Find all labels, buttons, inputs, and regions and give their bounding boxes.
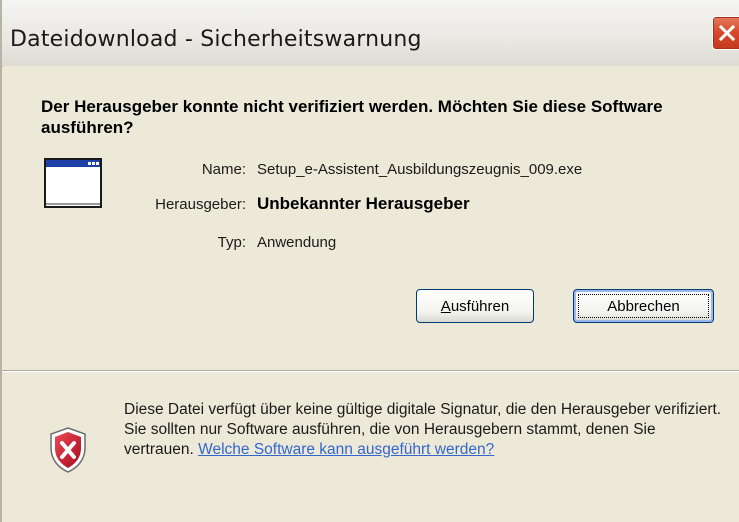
security-footer: Diese Datei verfügt über keine gültige d… bbox=[4, 372, 739, 522]
security-warning-dialog: Dateidownload - Sicherheitswarnung Der H… bbox=[0, 0, 739, 522]
close-icon bbox=[718, 24, 736, 42]
type-label: Typ: bbox=[217, 234, 246, 251]
run-button[interactable]: Ausführen bbox=[416, 289, 534, 323]
security-shield-icon bbox=[50, 427, 86, 473]
cancel-button[interactable]: Abbrechen bbox=[573, 289, 714, 323]
publisher-name: Unbekannter Herausgeber bbox=[257, 194, 470, 213]
run-button-accel: A bbox=[440, 298, 451, 315]
file-name: Setup_e-Assistent_Ausbildungszeugnis_009… bbox=[257, 161, 583, 178]
dialog-main-area: Der Herausgeber konnte nicht verifiziert… bbox=[4, 66, 739, 370]
close-button[interactable] bbox=[712, 16, 739, 50]
file-type: Anwendung bbox=[257, 234, 337, 251]
name-label: Name: bbox=[201, 161, 246, 178]
window-title: Dateidownload - Sicherheitswarnung bbox=[10, 27, 422, 52]
run-button-label: Ausführen bbox=[441, 298, 509, 315]
signature-warning-text: Diese Datei verfügt über keine gültige d… bbox=[124, 400, 724, 460]
publisher-label: Herausgeber: bbox=[155, 196, 246, 213]
cancel-button-label: Abbrechen bbox=[607, 298, 680, 315]
verification-question: Der Herausgeber konnte nicht verifiziert… bbox=[41, 97, 663, 137]
title-bar[interactable]: Dateidownload - Sicherheitswarnung bbox=[2, 0, 739, 67]
which-software-link[interactable]: Welche Software kann ausgeführt werden? bbox=[198, 441, 494, 458]
application-window-icon bbox=[44, 158, 102, 208]
run-button-rest: usführen bbox=[450, 298, 510, 315]
